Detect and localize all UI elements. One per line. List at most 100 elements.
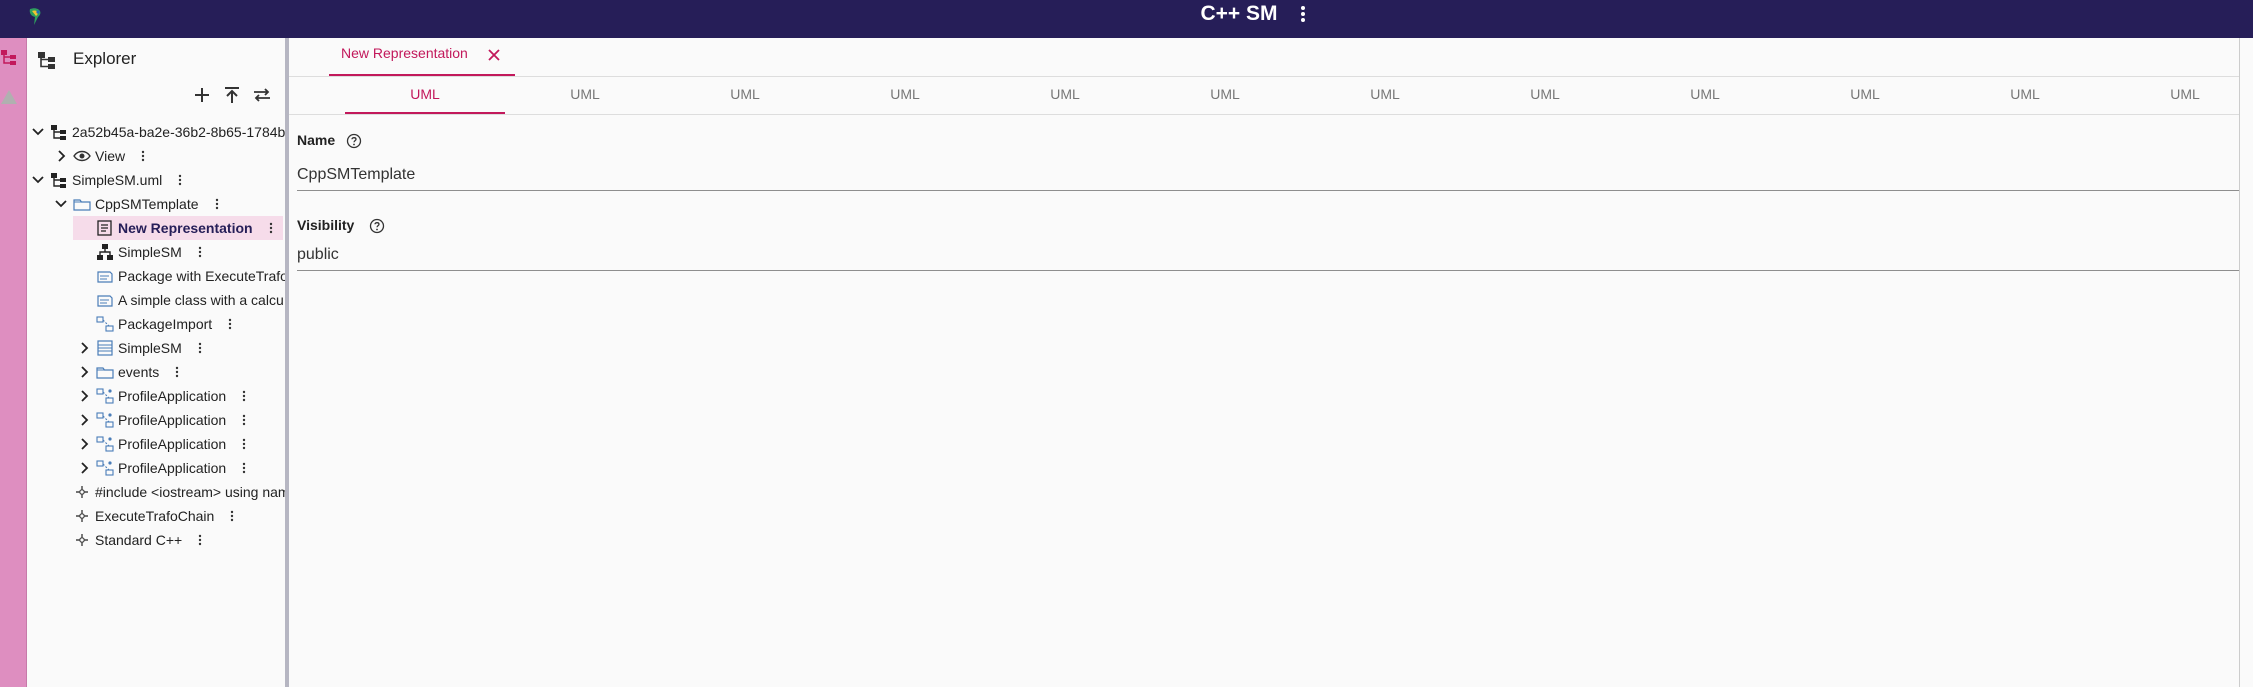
tree-item[interactable]: PackageImport [27, 312, 285, 336]
tree-item-label: PackageImport [118, 316, 213, 332]
tree-item-label: ExecuteTrafoChain [95, 508, 215, 524]
warning-rail-icon[interactable] [0, 88, 18, 106]
chevron-right-icon[interactable] [76, 360, 92, 384]
tree-item[interactable]: ProfileApplication [27, 384, 285, 408]
explorer-title: Explorer [73, 49, 137, 68]
tree-item[interactable]: ProfileApplication [27, 456, 285, 480]
subtab-uml[interactable]: UML [1625, 76, 1785, 112]
diagram-hierarchy-icon [96, 240, 114, 264]
subtab-uml[interactable]: UML [985, 76, 1145, 112]
tree-item-label: ProfileApplication [118, 436, 227, 452]
more-vert-icon[interactable] [1296, 2, 1310, 26]
chevron-right-icon[interactable] [76, 336, 92, 360]
app-title: C++ SM [1200, 2, 1278, 25]
explorer-tree-icon [38, 52, 55, 69]
tree-item[interactable]: #include <iostream> using nam [27, 480, 285, 504]
tree-item[interactable]: SimpleSM [27, 336, 285, 360]
eye-icon [73, 144, 91, 168]
tree-item[interactable]: New Representation [27, 216, 285, 240]
more-vert-icon[interactable] [139, 144, 147, 168]
tree-item[interactable]: A simple class with a calcu [27, 288, 285, 312]
more-vert-icon[interactable] [173, 360, 181, 384]
representation-doc-icon [96, 216, 114, 240]
more-vert-icon[interactable] [240, 432, 248, 456]
chevron-down-icon[interactable] [30, 120, 46, 144]
tree-item[interactable]: ExecuteTrafoChain [27, 504, 285, 528]
tree-item[interactable]: Standard C++ [27, 528, 285, 552]
more-vert-icon[interactable] [226, 312, 234, 336]
top-app-bar: C++ SM [0, 0, 2253, 38]
explorer-rail-icon[interactable] [0, 48, 18, 66]
tree-item[interactable]: events [27, 360, 285, 384]
more-vert-icon[interactable] [176, 168, 184, 192]
chevron-right-icon[interactable] [53, 144, 69, 168]
tree-item[interactable]: 2a52b45a-ba2e-36b2-8b65-1784b [27, 120, 285, 144]
stereotype-icon [73, 504, 91, 528]
editor-tab-bar: New Representation [289, 38, 2239, 77]
model-tree-icon [50, 168, 68, 192]
tree-item[interactable]: Package with ExecuteTrafo [27, 264, 285, 288]
more-vert-icon[interactable] [213, 192, 221, 216]
chevron-right-icon[interactable] [76, 384, 92, 408]
visibility-label: Visibility [297, 217, 355, 233]
explorer-panel: Explorer 2a52b45a-ba2e-36b2-8b65-1784b Vi… [27, 38, 289, 687]
help-icon[interactable] [369, 218, 385, 234]
profile-application-icon [96, 456, 114, 480]
tree-item-label: SimpleSM [118, 340, 182, 356]
left-activity-rail [0, 38, 27, 687]
subtab-uml[interactable]: UML [825, 76, 985, 112]
tree-item[interactable]: SimpleSM.uml [27, 168, 285, 192]
close-icon[interactable] [486, 47, 502, 63]
tree-item-label: #include <iostream> using nam [95, 484, 289, 500]
subtab-uml[interactable]: UML [1465, 76, 1625, 112]
name-label: Name [297, 132, 336, 148]
chevron-down-icon[interactable] [53, 192, 69, 216]
more-vert-icon[interactable] [196, 528, 204, 552]
subtab-uml[interactable]: UML [345, 76, 505, 114]
explorer-toolbar [27, 84, 285, 108]
subtab-uml[interactable]: UML [1305, 76, 1465, 112]
package-folder-icon [73, 192, 91, 216]
chevron-right-icon[interactable] [76, 408, 92, 432]
explorer-header: Explorer [33, 46, 283, 72]
more-vert-icon[interactable] [228, 504, 236, 528]
comment-icon [96, 288, 114, 312]
subtab-uml[interactable]: UML [665, 76, 825, 112]
more-vert-icon[interactable] [240, 408, 248, 432]
tree-item[interactable]: SimpleSM [27, 240, 285, 264]
chevron-right-icon[interactable] [76, 456, 92, 480]
vertical-scrollbar[interactable] [2239, 38, 2253, 687]
subtab-uml[interactable]: UML [1145, 76, 1305, 112]
tree-item-label: ProfileApplication [118, 388, 227, 404]
more-vert-icon[interactable] [196, 336, 204, 360]
tree-item[interactable]: ProfileApplication [27, 408, 285, 432]
subtab-uml[interactable]: UML [1785, 76, 1945, 112]
more-vert-icon[interactable] [267, 216, 275, 240]
tree-item[interactable]: ProfileApplication [27, 432, 285, 456]
add-icon[interactable] [191, 84, 213, 106]
package-folder-icon [96, 360, 114, 384]
subtab-uml[interactable]: UML [505, 76, 665, 112]
more-vert-icon[interactable] [240, 384, 248, 408]
more-vert-icon[interactable] [240, 456, 248, 480]
more-vert-icon[interactable] [196, 240, 204, 264]
tree-item-label: 2a52b45a-ba2e-36b2-8b65-1784b [72, 124, 286, 140]
chevron-down-icon[interactable] [30, 168, 46, 192]
tree-item[interactable]: CppSMTemplate [27, 192, 285, 216]
stereotype-icon [73, 528, 91, 552]
upload-icon[interactable] [221, 84, 243, 106]
tree-item[interactable]: View [27, 144, 285, 168]
tab-new-representation[interactable]: New Representation [329, 38, 515, 76]
tree-item-label: ProfileApplication [118, 460, 227, 476]
tree-item-label: A simple class with a calcu [118, 292, 284, 308]
profile-application-icon [96, 408, 114, 432]
help-icon[interactable] [346, 133, 362, 149]
name-field[interactable]: CppSMTemplate [297, 160, 2239, 191]
chevron-right-icon[interactable] [76, 432, 92, 456]
visibility-select[interactable]: public [297, 240, 2239, 271]
subtab-uml[interactable]: UML [1945, 76, 2105, 112]
tree-item-label: Standard C++ [95, 532, 183, 548]
subtab-uml[interactable]: UML [2105, 76, 2253, 112]
tree-item-label: SimpleSM [118, 244, 182, 260]
sync-arrows-icon[interactable] [251, 84, 273, 106]
